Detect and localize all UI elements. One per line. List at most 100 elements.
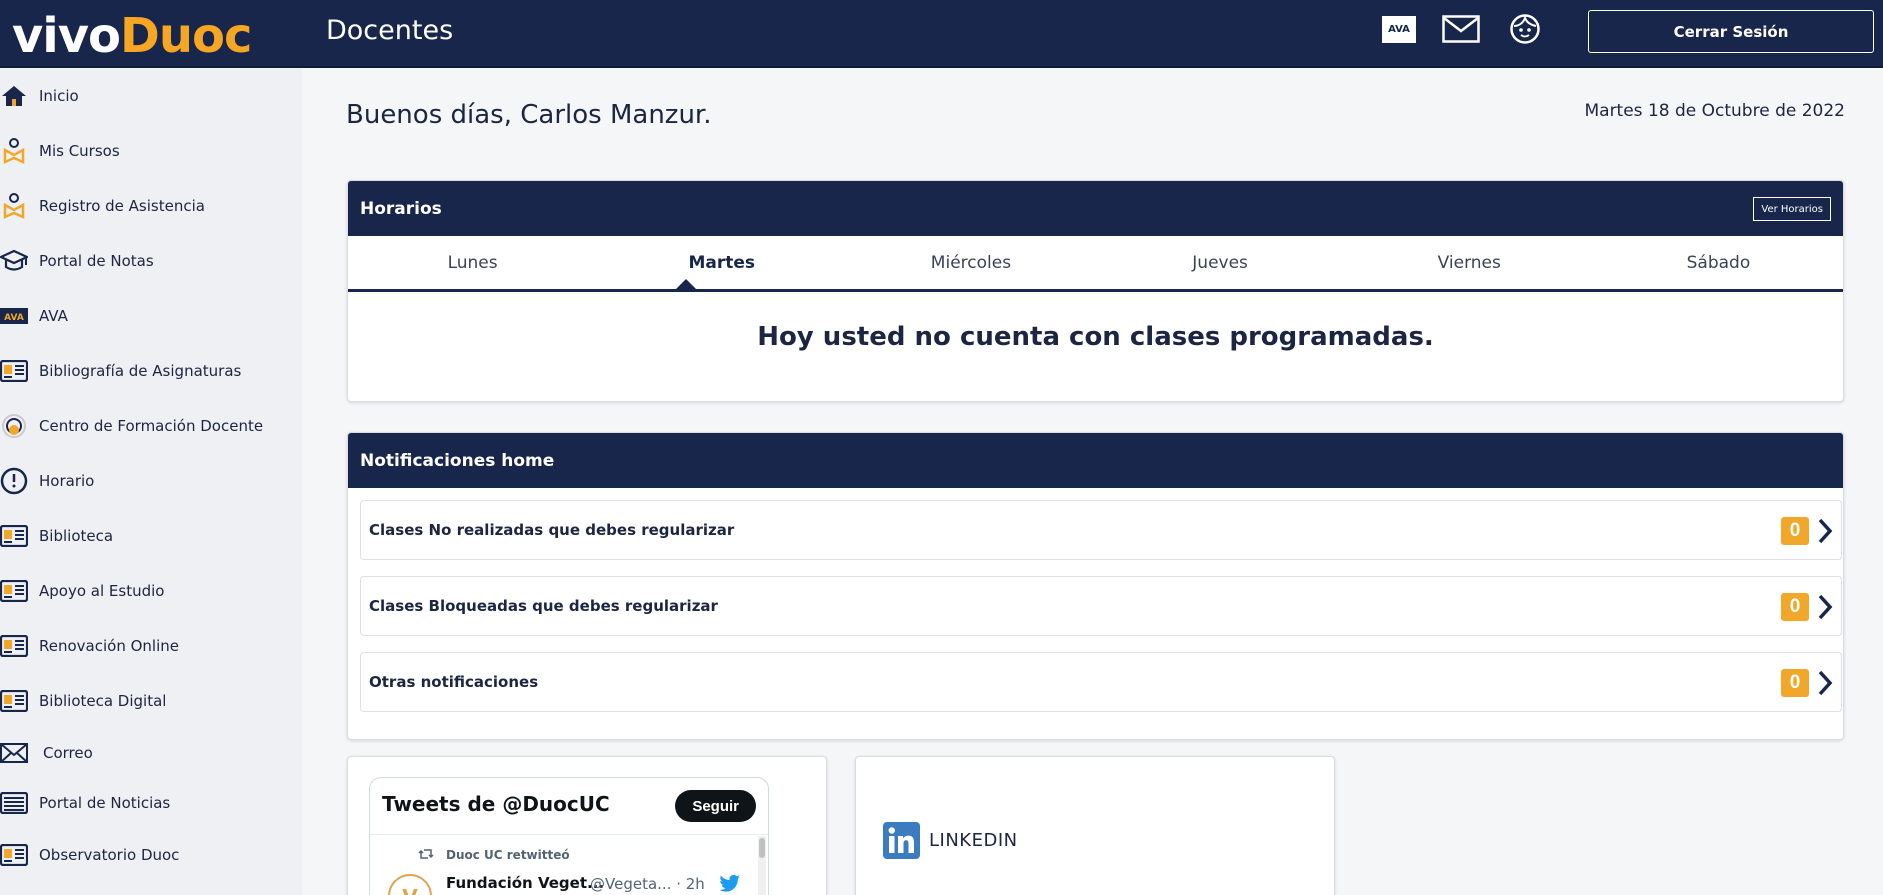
- graduation-cap-icon: [0, 247, 28, 275]
- sidebar-item-centro-formacion[interactable]: Centro de Formación Docente: [0, 409, 300, 443]
- notificaciones-header: Notificaciones home: [348, 433, 1843, 488]
- book-icon: [0, 577, 28, 605]
- scrollbar-thumb[interactable]: [759, 838, 765, 858]
- profile-button[interactable]: [1506, 12, 1544, 46]
- sidebar-item-biblioteca[interactable]: Biblioteca: [0, 519, 300, 553]
- sidebar-item-label: Correo: [43, 744, 93, 762]
- sidebar-item-label: Bibliografía de Asignaturas: [39, 362, 242, 380]
- logout-button[interactable]: Cerrar Sesión: [1588, 10, 1874, 53]
- greeting-text: Buenos días, Carlos Manzur.: [346, 100, 712, 130]
- notificaciones-card: Notificaciones home Clases No realizadas…: [347, 432, 1844, 740]
- logo-text-vivo: vivo: [12, 8, 121, 64]
- face-icon: [1510, 14, 1540, 44]
- sidebar-item-label: Portal de Notas: [39, 252, 154, 270]
- ava-icon: AVA: [1382, 15, 1416, 43]
- tab-miercoles[interactable]: Miércoles: [846, 236, 1095, 289]
- sidebar-item-label: Observatorio Duoc: [39, 846, 180, 864]
- twitter-widget-title[interactable]: Tweets de @DuocUC: [382, 792, 610, 816]
- sidebar: Inicio Mis Cursos Registro de Asistencia…: [0, 68, 302, 895]
- clock-icon: [0, 467, 28, 495]
- sidebar-item-observatorio[interactable]: Observatorio Duoc: [0, 838, 300, 872]
- sidebar-item-label: Mis Cursos: [39, 142, 120, 160]
- sidebar-item-label: AVA: [39, 307, 68, 325]
- notif-count-badge: 0: [1781, 669, 1809, 697]
- tweet-author-name[interactable]: Fundación Veget...: [446, 874, 604, 892]
- sidebar-item-label: Biblioteca: [39, 527, 114, 545]
- book-icon: [0, 687, 28, 715]
- mail-icon: [0, 739, 28, 767]
- sidebar-item-label: Apoyo al Estudio: [39, 582, 165, 600]
- sidebar-item-portal-noticias[interactable]: Portal de Noticias: [0, 786, 300, 820]
- news-icon: [0, 789, 28, 817]
- tab-jueves[interactable]: Jueves: [1096, 236, 1345, 289]
- chevron-right-icon: [1818, 670, 1833, 696]
- avatar[interactable]: V: [388, 874, 432, 895]
- chevron-right-icon: [1818, 518, 1833, 544]
- sidebar-item-label: Horario: [39, 472, 95, 490]
- sidebar-item-ava[interactable]: AVA AVA: [0, 299, 300, 333]
- notif-count-badge: 0: [1781, 517, 1809, 545]
- notif-row-otras[interactable]: Otras notificaciones 0: [360, 652, 1842, 712]
- sidebar-item-apoyo-estudio[interactable]: Apoyo al Estudio: [0, 574, 300, 608]
- home-icon: [0, 82, 28, 110]
- horarios-header: Horarios Ver Horarios: [348, 181, 1843, 236]
- notif-label: Otras notificaciones: [369, 673, 539, 691]
- tab-martes[interactable]: Martes: [597, 236, 846, 289]
- app-title: Docentes: [326, 15, 454, 46]
- scrollbar[interactable]: [758, 836, 766, 895]
- notif-label: Clases No realizadas que debes regulariz…: [369, 521, 735, 539]
- twitter-bird-icon[interactable]: [720, 875, 740, 892]
- sidebar-item-biblioteca-digital[interactable]: Biblioteca Digital: [0, 684, 300, 718]
- sidebar-item-label: Renovación Online: [39, 637, 179, 655]
- no-classes-message: Hoy usted no cuenta con clases programad…: [757, 322, 1434, 352]
- chevron-right-icon: [1818, 594, 1833, 620]
- mail-button[interactable]: [1442, 12, 1480, 46]
- sidebar-item-correo[interactable]: Correo: [0, 736, 300, 770]
- sidebar-item-label: Inicio: [39, 87, 79, 105]
- tab-viernes[interactable]: Viernes: [1345, 236, 1594, 289]
- tab-sabado[interactable]: Sábado: [1594, 236, 1843, 289]
- sidebar-item-label: Centro de Formación Docente: [39, 417, 264, 435]
- tweet-author-handle: @Vegeta... · 2h: [590, 875, 705, 893]
- sidebar-item-registro-asistencia[interactable]: Registro de Asistencia: [0, 189, 300, 223]
- linkedin-card[interactable]: LINKEDIN: [855, 756, 1335, 895]
- linkedin-icon: [883, 822, 920, 859]
- day-tabs: Lunes Martes Miércoles Jueves Viernes Sá…: [348, 236, 1843, 292]
- formacion-icon: [0, 412, 28, 440]
- sidebar-item-label: Registro de Asistencia: [39, 197, 205, 215]
- divider: [370, 834, 768, 835]
- ver-horarios-button[interactable]: Ver Horarios: [1753, 197, 1831, 221]
- retweet-text: Duoc UC retwitteó: [446, 848, 570, 862]
- ava-icon: AVA: [0, 302, 28, 330]
- book-icon: [0, 357, 28, 385]
- linkedin-label: LINKEDIN: [929, 830, 1018, 851]
- notif-count-badge: 0: [1781, 593, 1809, 621]
- svg-text:AVA: AVA: [4, 313, 24, 323]
- mail-icon: [1442, 15, 1480, 43]
- sidebar-item-mis-cursos[interactable]: Mis Cursos: [0, 134, 300, 168]
- logo-text-duoc: Duoc: [120, 8, 252, 64]
- tab-lunes[interactable]: Lunes: [348, 236, 597, 289]
- sidebar-item-portal-notas[interactable]: Portal de Notas: [0, 244, 300, 278]
- horarios-title: Horarios: [360, 198, 442, 219]
- book-icon: [0, 632, 28, 660]
- sidebar-item-horario[interactable]: Horario: [0, 464, 300, 498]
- horarios-card: Horarios Ver Horarios Lunes Martes Miérc…: [347, 180, 1844, 402]
- notif-row-no-realizadas[interactable]: Clases No realizadas que debes regulariz…: [360, 500, 1842, 560]
- notificaciones-title: Notificaciones home: [360, 450, 555, 471]
- twitter-card: Tweets de @DuocUC Seguir Duoc UC retwitt…: [347, 756, 827, 895]
- sidebar-item-inicio[interactable]: Inicio: [0, 79, 300, 113]
- notif-row-bloqueadas[interactable]: Clases Bloqueadas que debes regularizar …: [360, 576, 1842, 636]
- vivoduoc-logo[interactable]: vivo Duoc: [12, 8, 252, 64]
- sidebar-item-bibliografia[interactable]: Bibliografía de Asignaturas: [0, 354, 300, 388]
- book-icon: [0, 522, 28, 550]
- sidebar-item-renovacion-online[interactable]: Renovación Online: [0, 629, 300, 663]
- asistencia-icon: [0, 192, 28, 220]
- sidebar-item-label: Biblioteca Digital: [39, 692, 167, 710]
- follow-button[interactable]: Seguir: [675, 790, 756, 822]
- svg-text:V: V: [402, 885, 418, 895]
- top-bar: vivo Duoc Docentes AVA Cerrar Sesión: [0, 0, 1883, 68]
- sidebar-item-label: Portal de Noticias: [39, 794, 171, 812]
- book-icon: [0, 841, 28, 869]
- ava-button[interactable]: AVA: [1380, 12, 1418, 46]
